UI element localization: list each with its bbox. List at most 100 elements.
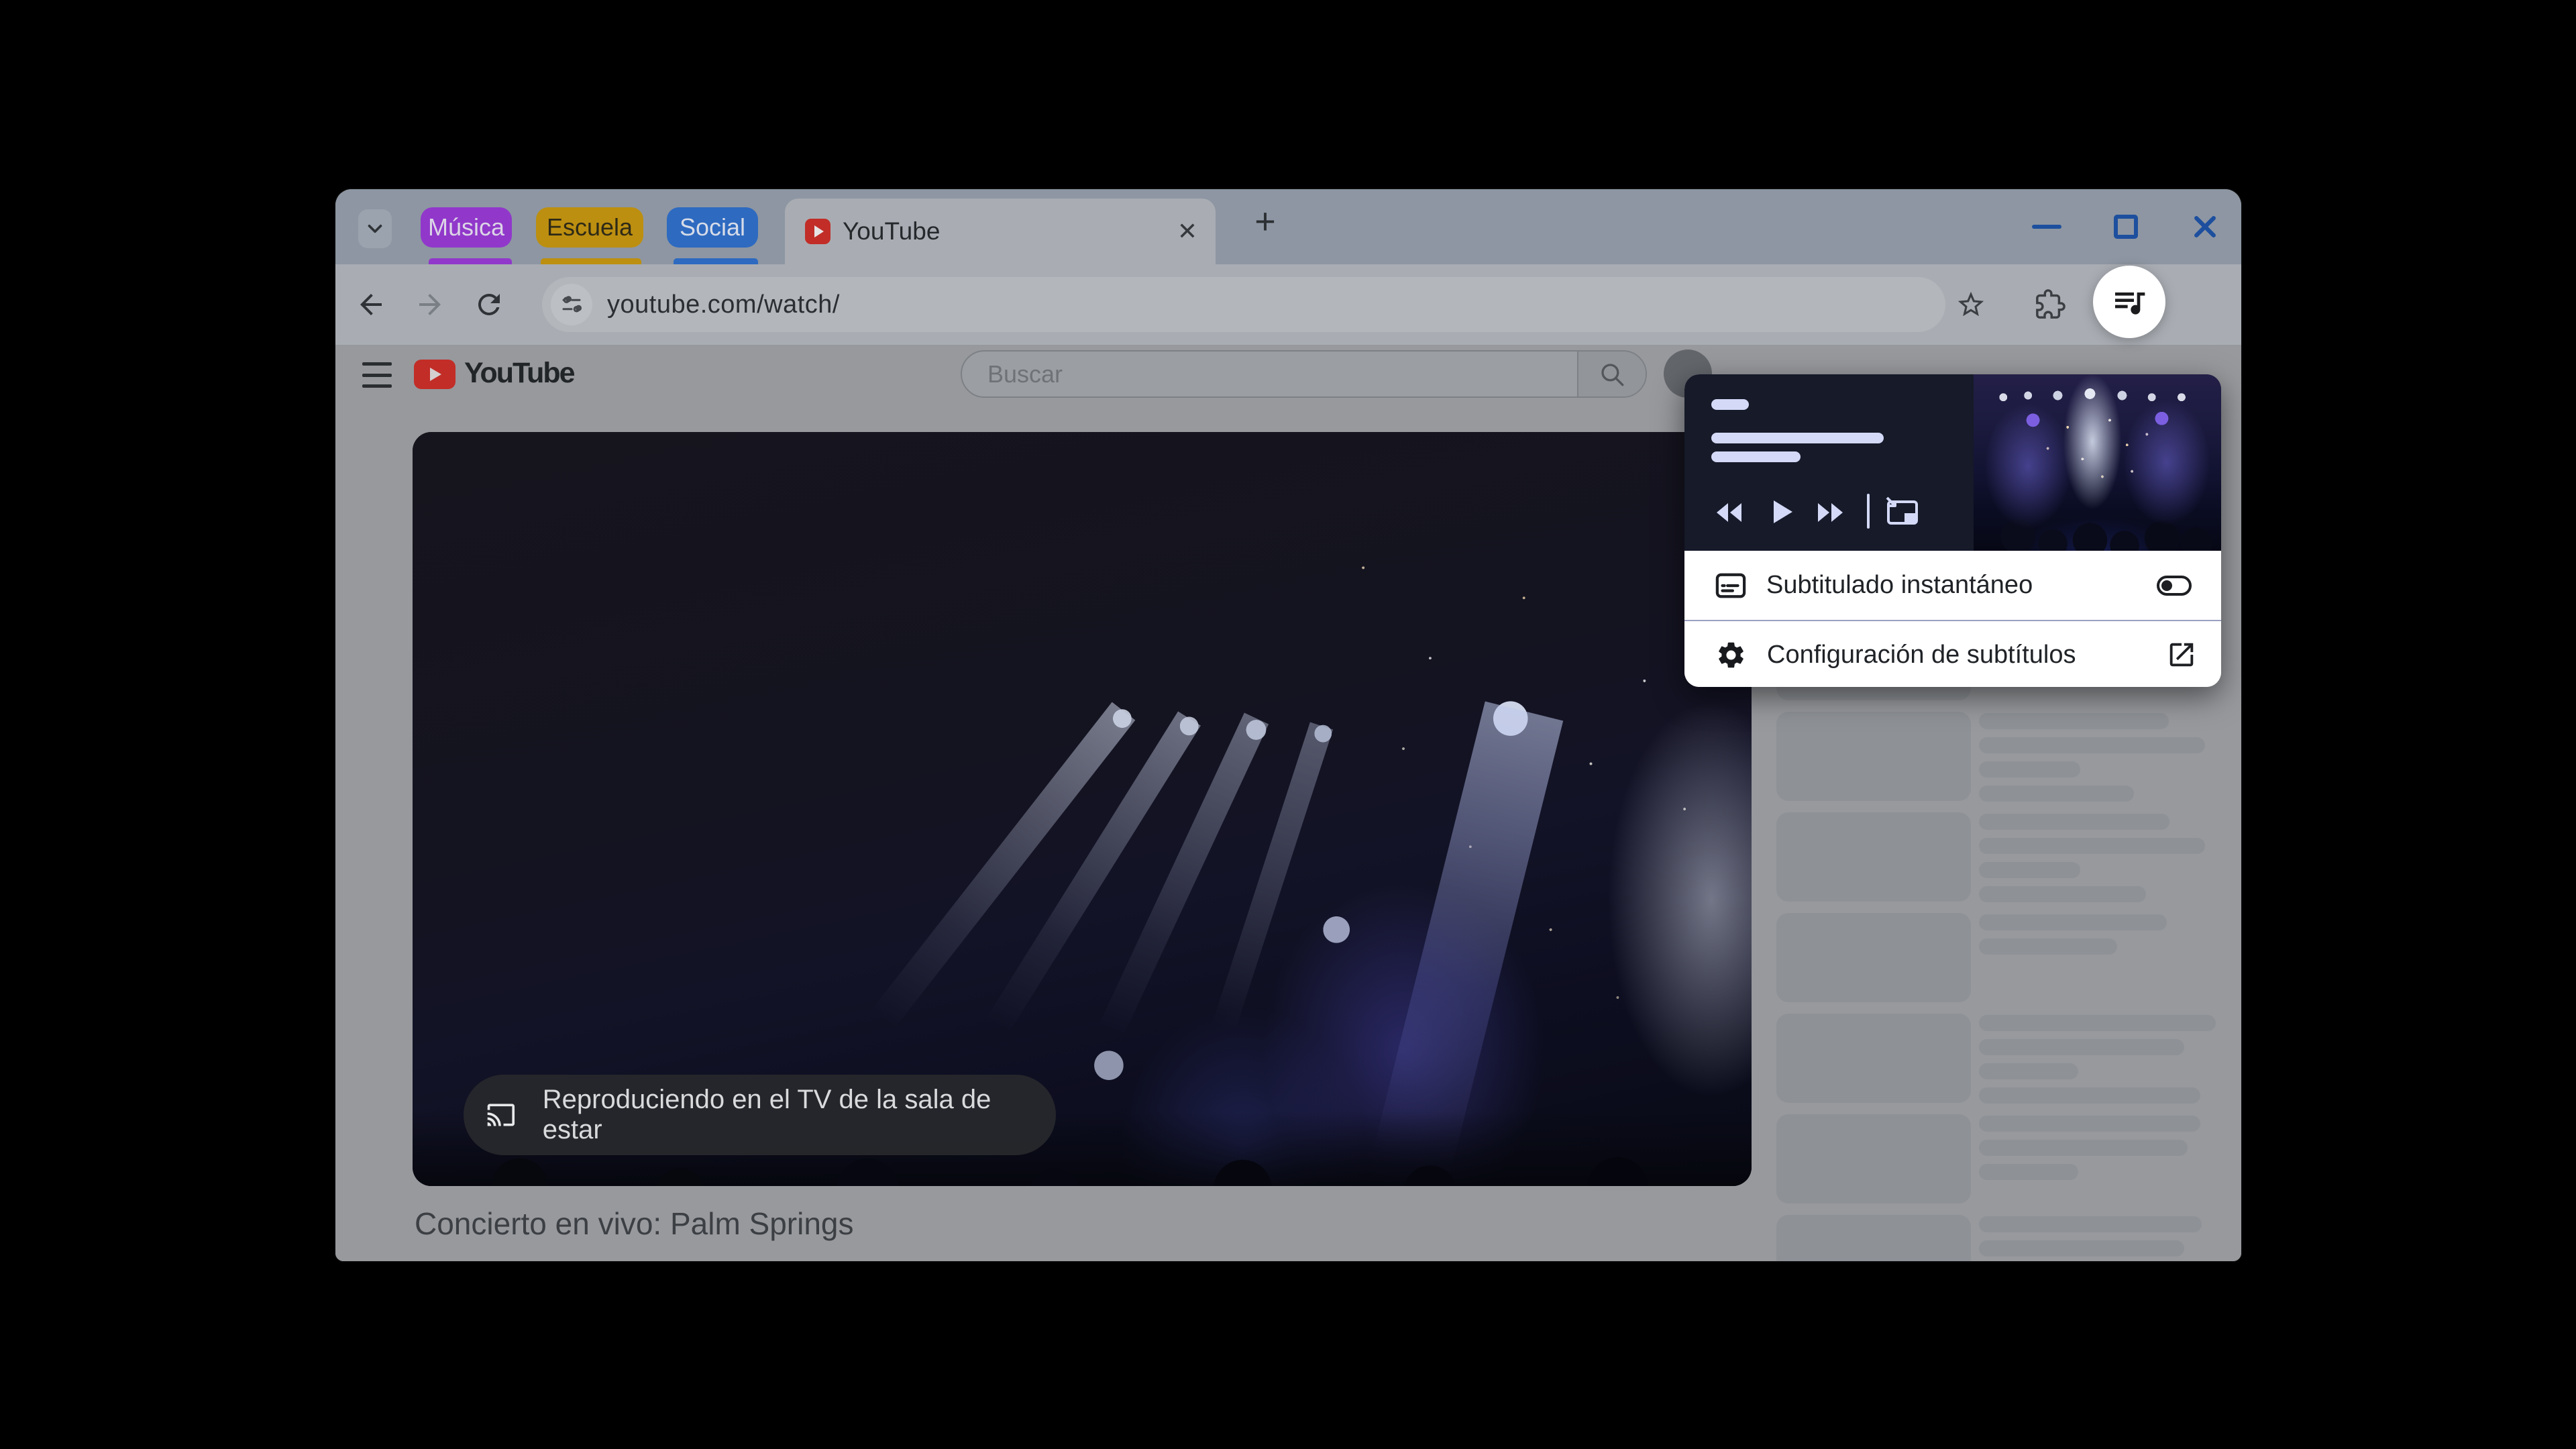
- media-title-skeleton: [1711, 399, 1749, 410]
- video-frame: [413, 432, 1752, 1186]
- skeleton-line: [1979, 1240, 2184, 1256]
- related-video-skeleton: [1776, 812, 2219, 902]
- tab-close-icon[interactable]: ✕: [1175, 219, 1199, 244]
- tab-group-line-escuela: [541, 258, 641, 264]
- media-controls-button[interactable]: [2093, 266, 2165, 338]
- bookmark-star-icon[interactable]: [1955, 289, 1986, 320]
- cast-status-text: Reproduciendo en el TV de la sala de est…: [543, 1085, 1056, 1145]
- new-tab-button[interactable]: +: [1248, 204, 1283, 239]
- skeleton-line: [1979, 914, 2167, 930]
- video-title: Concierto en vivo: Palm Springs: [415, 1205, 854, 1242]
- magnifier-icon: [1598, 360, 1626, 388]
- address-bar[interactable]: youtube.com/watch/: [542, 277, 1945, 332]
- youtube-logo-icon[interactable]: [414, 360, 455, 389]
- live-caption-label: Subtitulado instantáneo: [1766, 571, 2033, 600]
- url-text[interactable]: youtube.com/watch/: [607, 290, 840, 319]
- site-settings-button[interactable]: [551, 284, 592, 325]
- text-skeleton-lines: [1979, 713, 2205, 810]
- youtube-wordmark[interactable]: YouTube: [464, 357, 574, 390]
- media-artwork: [1974, 374, 2221, 551]
- caption-box-icon: [1715, 572, 1746, 599]
- queue-music-icon: [2110, 283, 2148, 321]
- open-in-new-icon: [2166, 639, 2197, 670]
- toggle-knob: [2161, 580, 2172, 591]
- tab-group-musica[interactable]: Música: [421, 207, 512, 248]
- skeleton-line: [1979, 737, 2205, 753]
- reload-icon[interactable]: [473, 288, 505, 321]
- tab-search-button[interactable]: [358, 209, 392, 248]
- thumbnail-skeleton: [1776, 1014, 1971, 1103]
- tab-strip: Música Escuela Social YouTube ✕ +: [335, 189, 2241, 264]
- media-session-card: [1684, 374, 2221, 551]
- thumbnail-skeleton: [1776, 1215, 1971, 1261]
- window-controls: [2032, 189, 2222, 264]
- skeleton-line: [1979, 814, 2169, 830]
- tab-group-social[interactable]: Social: [667, 207, 758, 248]
- cast-icon: [484, 1100, 519, 1130]
- tab-group-escuela[interactable]: Escuela: [536, 207, 643, 248]
- picture-in-picture-button[interactable]: [1884, 495, 1919, 526]
- text-skeleton-lines: [1979, 1015, 2216, 1112]
- skeleton-line: [1979, 713, 2169, 729]
- play-button[interactable]: [1774, 500, 1792, 523]
- extensions-puzzle-icon[interactable]: [2035, 289, 2065, 320]
- maximize-button[interactable]: [2111, 212, 2141, 241]
- youtube-favicon: [805, 219, 830, 244]
- text-skeleton-lines: [1979, 1116, 2200, 1188]
- search-placeholder: Buscar: [987, 360, 1063, 388]
- skeleton-line: [1979, 1015, 2216, 1031]
- thumbnail-skeleton: [1776, 1114, 1971, 1203]
- skeleton-line: [1979, 1116, 2200, 1132]
- tab-youtube[interactable]: YouTube ✕: [785, 199, 1216, 264]
- skeleton-line: [1979, 1063, 2078, 1079]
- browser-toolbar: youtube.com/watch/: [335, 264, 2241, 345]
- skeleton-line: [1979, 786, 2134, 802]
- skeleton-line: [1979, 938, 2117, 955]
- search-button[interactable]: [1577, 352, 1646, 396]
- text-skeleton-lines: [1979, 1216, 2202, 1261]
- related-video-skeleton: [1776, 712, 2219, 801]
- tab-label: YouTube: [843, 217, 940, 246]
- menu-hamburger-icon[interactable]: [362, 362, 392, 388]
- forward-icon[interactable]: [414, 288, 446, 321]
- media-controls-popup: Subtitulado instantáneo Configuración de…: [1684, 374, 2221, 687]
- media-text-skeleton: [1711, 451, 1801, 462]
- minimize-button[interactable]: [2032, 212, 2061, 241]
- caption-settings-label: Configuración de subtítulos: [1767, 641, 2076, 669]
- live-caption-row[interactable]: Subtitulado instantáneo: [1684, 551, 2221, 621]
- youtube-search-bar[interactable]: Buscar: [961, 350, 1647, 398]
- related-video-skeleton: [1776, 1114, 2219, 1203]
- caption-settings-panel: Subtitulado instantáneo Configuración de…: [1684, 551, 2221, 687]
- text-skeleton-lines: [1979, 814, 2205, 910]
- live-caption-toggle[interactable]: [2157, 576, 2192, 596]
- caption-settings-row[interactable]: Configuración de subtítulos: [1684, 623, 2221, 687]
- previous-track-button[interactable]: [1717, 503, 1742, 522]
- skeleton-line: [1979, 761, 2080, 777]
- tab-group-line-musica: [429, 258, 512, 264]
- video-player[interactable]: Reproduciendo en el TV de la sala de est…: [413, 432, 1752, 1186]
- text-skeleton-lines: [1979, 914, 2167, 963]
- light-beam: [1372, 701, 1563, 1174]
- chevron-down-icon: [364, 217, 386, 240]
- skeleton-line: [1979, 1216, 2202, 1232]
- cast-status-pill: Reproduciendo en el TV de la sala de est…: [464, 1075, 1056, 1155]
- related-video-skeleton: [1776, 1215, 2219, 1261]
- thumbnail-skeleton: [1776, 913, 1971, 1002]
- browser-window: Música Escuela Social YouTube ✕ +: [335, 189, 2241, 1261]
- skeleton-line: [1979, 1039, 2184, 1055]
- media-text-skeleton: [1711, 433, 1884, 443]
- skeleton-line: [1979, 862, 2080, 878]
- tune-icon: [559, 292, 584, 317]
- close-icon: [2190, 212, 2220, 241]
- tab-group-line-social: [674, 258, 758, 264]
- controls-divider: [1867, 494, 1870, 529]
- gear-icon: [1715, 639, 1747, 671]
- back-icon[interactable]: [355, 288, 387, 321]
- next-track-button[interactable]: [1817, 503, 1843, 522]
- thumbnail-skeleton: [1776, 712, 1971, 801]
- skeleton-line: [1979, 1140, 2188, 1156]
- minimize-icon: [2032, 225, 2061, 229]
- close-window-button[interactable]: [2190, 212, 2220, 241]
- related-video-skeleton: [1776, 1014, 2219, 1103]
- skeleton-line: [1979, 886, 2146, 902]
